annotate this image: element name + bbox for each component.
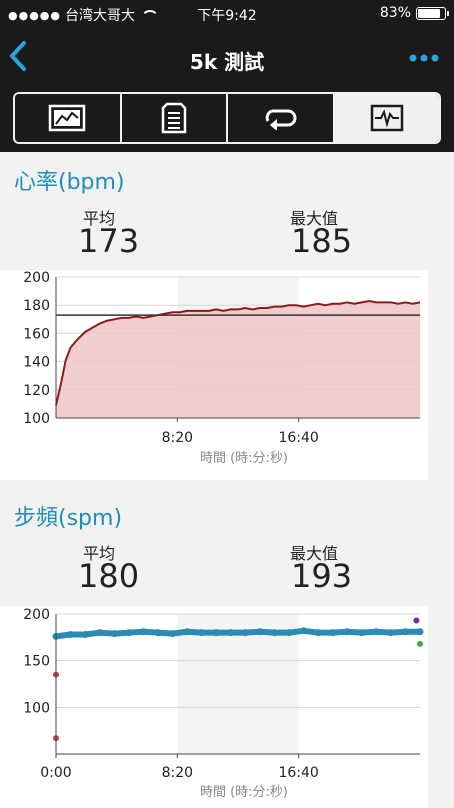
cadence-chart: 200 150 100 0:00 8:20 16:40 時間 (時:分:秒) xyxy=(23,607,424,800)
cadence-point xyxy=(401,628,409,636)
y-tick-label: 100 xyxy=(23,411,50,427)
y-tick-label: 150 xyxy=(23,654,50,670)
cadence-max-value: 193 xyxy=(291,557,353,595)
heart-rate-max-value: 185 xyxy=(291,222,353,260)
heart-rate-area xyxy=(56,300,420,418)
cadence-point xyxy=(212,629,220,637)
cadence-point xyxy=(358,629,366,637)
cadence-point xyxy=(300,627,308,635)
x-tick-label: 16:40 xyxy=(278,430,318,446)
battery-icon xyxy=(416,6,449,20)
more-options-icon[interactable] xyxy=(408,40,440,70)
x-axis-label: 時間 (時:分:秒) xyxy=(200,451,288,466)
segmented-tabs xyxy=(13,92,441,144)
cadence-point xyxy=(125,629,133,637)
cadence-point xyxy=(416,628,424,636)
cadence-title: 步頻(spm) xyxy=(14,506,123,531)
cadence-avg-value: 180 xyxy=(78,557,140,595)
cadence-point xyxy=(270,629,278,637)
battery-percent: 83% xyxy=(379,5,411,21)
cadence-point xyxy=(96,629,104,637)
cadence-point xyxy=(154,629,162,637)
cadence-point xyxy=(343,628,351,636)
cadence-point xyxy=(110,630,118,638)
heart-rate-title: 心率(bpm) xyxy=(14,170,125,195)
heart-rate-chart: 200 180 160 140 120 100 8:20 16:40 時間 (時:分:秒) xyxy=(23,270,421,466)
cadence-point xyxy=(372,628,380,636)
cadence-point xyxy=(183,628,191,636)
tab-summary[interactable] xyxy=(15,94,122,142)
tab-charts[interactable] xyxy=(334,94,439,142)
y-tick-label: 200 xyxy=(23,607,50,623)
heart-rate-avg-value: 173 xyxy=(78,222,140,260)
cadence-point xyxy=(139,628,147,636)
cadence-outlier-point xyxy=(417,640,423,647)
y-tick-label: 160 xyxy=(23,326,50,342)
summary-chart-icon xyxy=(49,104,86,132)
cadence-point xyxy=(168,630,176,638)
cadence-point xyxy=(67,631,75,639)
navigation-bar: 5k 測試 xyxy=(0,30,454,90)
x-axis-label: 時間 (時:分:秒) xyxy=(200,785,288,800)
cadence-point xyxy=(198,629,206,637)
cadence-outlier-point xyxy=(413,617,420,624)
cadence-point xyxy=(314,629,322,637)
status-bar: ●●●●● 台湾大哥大 下午9:42 83% xyxy=(0,0,454,30)
y-tick-label: 140 xyxy=(23,355,50,371)
x-tick-label: 0:00 xyxy=(40,765,71,781)
tab-details[interactable] xyxy=(121,94,228,142)
cadence-point xyxy=(329,629,337,637)
cadence-point xyxy=(241,629,249,637)
heart-rate-chart-card: 200 180 160 140 120 100 8:20 16:40 時間 (時:分:秒) xyxy=(0,270,428,480)
heart-monitor-icon xyxy=(370,104,403,132)
cadence-band xyxy=(55,627,420,640)
y-tick-label: 180 xyxy=(23,298,50,314)
cadence-point xyxy=(256,628,264,636)
cadence-point xyxy=(81,631,89,639)
page-title: 5k 測試 xyxy=(189,50,265,74)
y-tick-label: 200 xyxy=(23,270,50,286)
cadence-point xyxy=(387,629,395,637)
x-tick-label: 8:20 xyxy=(162,430,193,446)
x-tick-label: 8:20 xyxy=(162,765,193,781)
x-tick-label: 16:40 xyxy=(278,765,318,781)
y-tick-label: 120 xyxy=(23,383,50,399)
y-tick-label: 100 xyxy=(23,700,50,716)
tab-laps[interactable] xyxy=(228,94,335,142)
document-list-icon xyxy=(161,102,186,134)
cadence-chart-card: 200 150 100 0:00 8:20 16:40 時間 (時:分:秒) xyxy=(0,606,428,808)
tab-bar-container xyxy=(0,90,454,152)
laps-loop-icon xyxy=(265,109,297,130)
cadence-point xyxy=(285,629,293,637)
cadence-point xyxy=(227,629,235,637)
